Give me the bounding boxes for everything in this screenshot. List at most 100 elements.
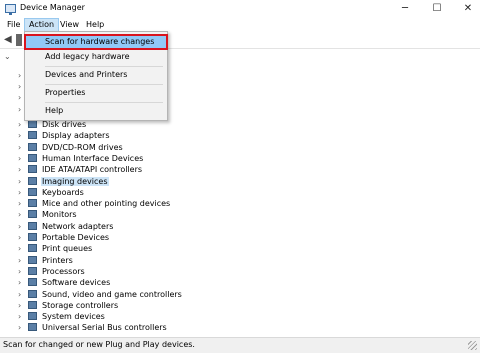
device-category-icon [28,120,37,128]
chevron-right-icon[interactable]: › [18,209,28,220]
tree-category[interactable]: › Monitors [18,209,78,220]
menu-separator [45,84,163,85]
tree-category[interactable]: › IDE ATA/ATAPI controllers [18,164,143,175]
tree-category-label: Human Interface Devices [42,154,144,163]
menu-help[interactable]: Help [82,19,108,31]
menu-help-item[interactable]: Help [25,104,167,118]
chevron-right-icon[interactable]: › [18,289,28,300]
tree-category-label: Display adapters [42,131,110,140]
menu-action[interactable]: Action [24,18,60,32]
tree-category[interactable]: › Print queues [18,243,93,254]
tree-category-label: Storage controllers [42,301,119,310]
tree-category[interactable]: › Display adapters [18,130,111,141]
status-bar: Scan for changed or new Plug and Play de… [0,337,480,353]
device-category-icon [28,210,37,218]
device-category-icon [28,244,37,252]
chevron-right-icon[interactable]: › [18,176,28,187]
tree-category[interactable]: › Sound, video and game controllers [18,289,183,300]
device-category-icon [28,256,37,264]
chevron-right-icon[interactable]: › [18,221,28,232]
device-category-icon [28,233,37,241]
tree-category[interactable]: › Software devices [18,277,111,288]
chevron-right-icon[interactable]: › [18,300,28,311]
tree-category[interactable]: › System devices [18,311,106,322]
title-bar: Device Manager ─ ☐ ✕ [0,0,480,18]
tree-category[interactable]: › Imaging devices [18,176,109,187]
device-category-icon [28,165,37,173]
tree-category[interactable]: › DVD/CD-ROM drives [18,142,124,153]
tree-category-label: Universal Serial Bus controllers [42,323,167,332]
action-dropdown-menu: Scan for hardware changes Add legacy har… [24,31,168,121]
tree-category-label: DVD/CD-ROM drives [42,143,123,152]
tree-category[interactable]: › Storage controllers [18,300,119,311]
tree-category-label: IDE ATA/ATAPI controllers [42,165,143,174]
status-text: Scan for changed or new Plug and Play de… [3,340,195,349]
tree-category[interactable]: › Universal Serial Bus controllers [18,322,168,333]
minimize-button[interactable]: ─ [393,0,417,18]
chevron-right-icon[interactable]: › [18,198,28,209]
menu-separator [45,66,163,67]
menu-add-legacy-hardware[interactable]: Add legacy hardware [25,50,167,64]
chevron-right-icon[interactable]: › [18,93,21,102]
menu-devices-and-printers[interactable]: Devices and Printers [25,68,167,82]
tree-category-label: Mice and other pointing devices [42,199,171,208]
chevron-right-icon[interactable]: › [18,243,28,254]
chevron-right-icon[interactable]: › [18,255,28,266]
chevron-right-icon[interactable]: › [18,277,28,288]
tree-category-label: Keyboards [42,188,84,197]
tree-category-label: Monitors [42,210,77,219]
tree-category-label: Disk drives [42,120,87,129]
menu-separator [45,102,163,103]
menu-file[interactable]: File [3,19,24,31]
tree-category-label: Print queues [42,244,93,253]
back-arrow-icon[interactable]: ◀ [4,34,16,46]
chevron-right-icon[interactable]: › [18,187,28,198]
device-category-icon [28,301,37,309]
chevron-right-icon[interactable]: › [18,105,21,114]
close-button[interactable]: ✕ [456,0,480,18]
device-category-icon [28,154,37,162]
tree-category[interactable]: › Portable Devices [18,232,110,243]
chevron-right-icon[interactable]: › [18,266,28,277]
tree-category-label: System devices [42,312,105,321]
menu-scan-for-hardware-changes[interactable]: Scan for hardware changes [24,34,168,50]
tree-category-label: Network adapters [42,222,114,231]
tree-category[interactable]: › Printers [18,255,74,266]
tree-category-label: Portable Devices [42,233,110,242]
tree-category[interactable]: › Mice and other pointing devices [18,198,171,209]
device-category-icon [28,222,37,230]
tree-category-label: Printers [42,256,73,265]
maximize-button[interactable]: ☐ [425,0,449,18]
forward-icon[interactable] [16,34,22,46]
menu-properties[interactable]: Properties [25,86,167,100]
chevron-right-icon[interactable]: › [18,71,21,80]
device-category-icon [28,312,37,320]
device-category-icon [28,177,37,185]
chevron-right-icon[interactable]: › [18,232,28,243]
tree-category[interactable]: › Keyboards [18,187,85,198]
menu-view[interactable]: View [56,19,83,31]
chevron-right-icon[interactable]: › [18,322,28,333]
chevron-right-icon[interactable]: › [18,82,21,91]
chevron-down-icon[interactable]: ⌄ [4,52,11,61]
resize-grip-icon[interactable] [468,341,477,350]
tree-category-label: Processors [42,267,85,276]
chevron-right-icon[interactable]: › [18,164,28,175]
device-category-icon [28,290,37,298]
device-category-icon [28,323,37,331]
device-manager-icon [5,4,16,15]
device-category-icon [28,199,37,207]
tree-category-label: Imaging devices [41,177,109,186]
chevron-right-icon[interactable]: › [18,130,28,141]
tree-category[interactable]: › Human Interface Devices [18,153,144,164]
device-category-icon [28,267,37,275]
tree-category[interactable]: › Network adapters [18,221,114,232]
chevron-right-icon[interactable]: › [18,153,28,164]
chevron-right-icon[interactable]: › [18,311,28,322]
device-category-icon [28,278,37,286]
tree-category[interactable]: › Processors [18,266,86,277]
device-category-icon [28,143,37,151]
window-title: Device Manager [20,3,85,12]
chevron-right-icon[interactable]: › [18,142,28,153]
tree-category-label: Sound, video and game controllers [42,290,182,299]
